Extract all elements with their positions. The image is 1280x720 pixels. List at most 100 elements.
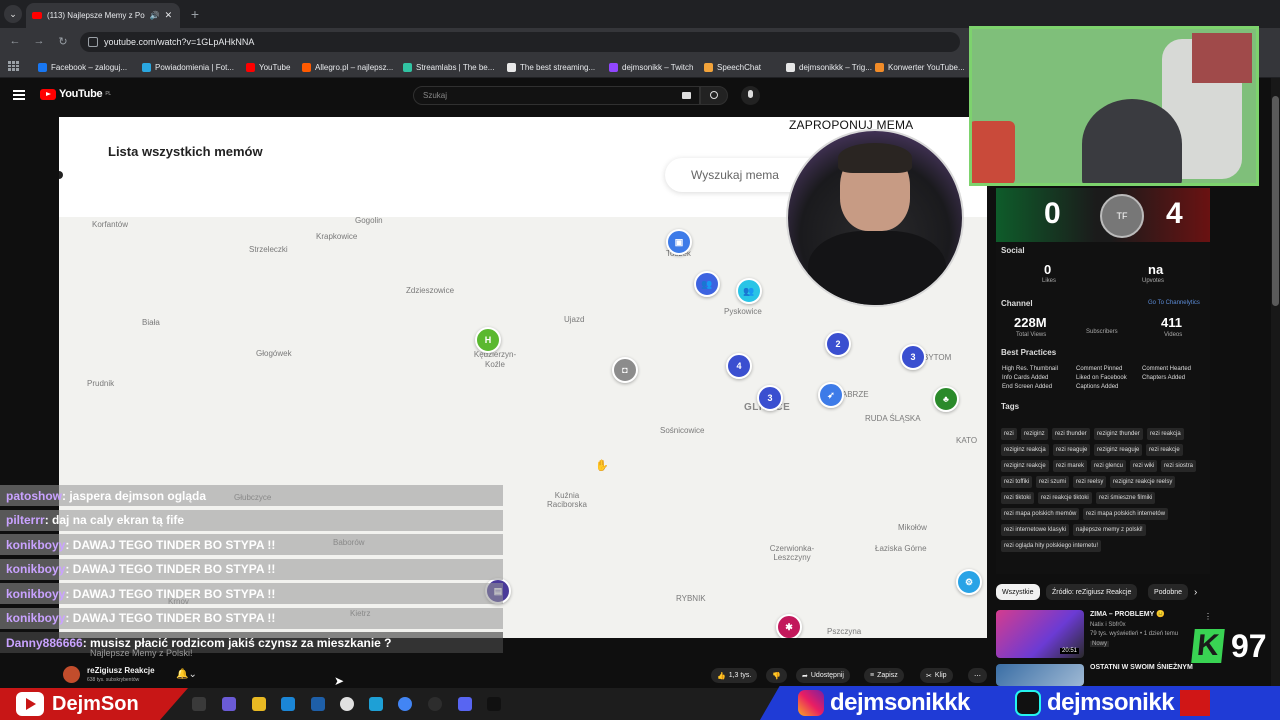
bookmark-item[interactable]: dejmsonikk – Twitch <box>609 60 693 74</box>
recommended-video[interactable]: OSTATNI W SWOIM ŚNIEŻNYM <box>996 664 1216 686</box>
bookmark-item[interactable]: SpeechChat <box>704 60 761 74</box>
channelytics-link[interactable]: Go To Channelytics <box>1148 300 1200 306</box>
bookmark-item[interactable]: Powiadomienia | Fot... <box>142 60 234 74</box>
video-thumbnail[interactable] <box>996 664 1084 686</box>
tag-chip[interactable]: reziginz <box>1021 428 1048 440</box>
map-meme-pin[interactable]: ▣ <box>666 229 692 255</box>
video-title[interactable]: ZIMA – PROBLEMY 😑 <box>1090 610 1165 618</box>
map-meme-pin[interactable]: ⚙ <box>956 569 982 595</box>
tag-chip[interactable]: rezi glencu <box>1091 460 1127 472</box>
map-meme-pin[interactable]: 👥 <box>694 271 720 297</box>
more-options-icon[interactable]: ⋮ <box>1204 612 1212 621</box>
more-actions-button[interactable]: ⋯ <box>968 668 987 683</box>
map-meme-pin[interactable]: ➶ <box>818 382 844 408</box>
like-button[interactable]: 👍 1,3 tys. <box>711 668 758 683</box>
tag-chip[interactable]: rezi marek <box>1053 460 1088 472</box>
tab-active[interactable]: (113) Najlepsze Memy z Po 🔊 ✕ <box>26 3 180 28</box>
tag-chip[interactable]: rezi toffiki <box>1001 476 1033 488</box>
map-meme-pin[interactable]: ✱ <box>776 614 802 638</box>
map-meme-pin[interactable]: H <box>475 327 501 353</box>
tag-chip[interactable]: rezi ogląda hity polskiego internetu! <box>1001 540 1102 552</box>
taskbar-app-icon[interactable] <box>487 697 501 711</box>
map-cluster-pin[interactable]: 3 <box>757 385 783 411</box>
recommended-video[interactable]: 20:51 ZIMA – PROBLEMY 😑 Natix i Sbfr0x 7… <box>996 610 1216 658</box>
share-button[interactable]: ➦ Udostępnij <box>796 668 850 683</box>
tag-chip[interactable]: rezi wiki <box>1130 460 1158 472</box>
tag-chip[interactable]: rezi <box>1001 428 1017 440</box>
keyboard-icon[interactable] <box>682 92 691 99</box>
taskbar-chrome-icon[interactable] <box>398 697 412 711</box>
filter-chip[interactable]: Źródło: reZigiusz Reakcje <box>1046 584 1138 600</box>
back-icon[interactable]: ← <box>8 34 22 48</box>
channel-name[interactable]: reZigiusz Reakcje <box>87 666 155 675</box>
tag-chip[interactable]: rezi reaguje <box>1053 444 1091 456</box>
tag-chip[interactable]: reziginz thunder <box>1094 428 1143 440</box>
tag-chip[interactable]: najlepsze memy z polski! <box>1073 524 1146 536</box>
map-meme-pin[interactable]: 👥 <box>736 278 762 304</box>
dislike-button[interactable]: 👎 <box>766 668 787 683</box>
apps-icon[interactable] <box>8 61 19 71</box>
tag-chip[interactable]: rezi tiktoki <box>1001 492 1034 504</box>
tag-chip[interactable]: rezi reakcje <box>1146 444 1183 456</box>
bookmark-item[interactable]: Streamlabs | The be... <box>403 60 494 74</box>
tag-chip[interactable]: reziginz reaguje <box>1094 444 1143 456</box>
map-meme-pin[interactable]: ◘ <box>612 357 638 383</box>
menu-icon[interactable] <box>13 90 25 100</box>
bookmark-item[interactable]: dejmsonikkk – Trig... <box>786 60 872 74</box>
reload-icon[interactable]: ↻ <box>56 34 70 48</box>
map-cluster-pin[interactable]: 3 <box>900 344 926 370</box>
tag-chip[interactable]: rezi szumi <box>1036 476 1070 488</box>
new-tab-button[interactable]: + <box>186 5 204 23</box>
taskbar-teams-icon[interactable] <box>222 697 236 711</box>
tag-chip[interactable]: reziginz reakcje reelsy <box>1110 476 1176 488</box>
tag-chip[interactable]: rezi mapa polskich internetów <box>1083 508 1169 520</box>
tag-chip[interactable]: rezi śmieszne filmiki <box>1096 492 1156 504</box>
taskbar-store-icon[interactable] <box>311 697 325 711</box>
chips-next-icon[interactable]: › <box>1194 587 1197 598</box>
tag-chip[interactable]: reziginz reakcja <box>1001 444 1049 456</box>
map-cluster-pin[interactable]: 4 <box>726 353 752 379</box>
tag-chip[interactable]: rezi thunder <box>1052 428 1090 440</box>
scrollbar-thumb[interactable] <box>1272 96 1279 306</box>
taskbar-steam-icon[interactable] <box>369 697 383 711</box>
tag-chip[interactable]: rezi internetowe klasyki <box>1001 524 1070 536</box>
taskbar-file-icon[interactable] <box>192 697 206 711</box>
video-title[interactable]: OSTATNI W SWOIM ŚNIEŻNYM <box>1090 664 1193 671</box>
suggest-meme-button[interactable]: ZAPROPONUJ MEMA <box>789 118 913 132</box>
bookmark-item[interactable]: Konwerter YouTube... <box>875 60 965 74</box>
tag-chip[interactable]: rezi siostra <box>1161 460 1197 472</box>
filter-chip[interactable]: Wszystkie <box>996 584 1040 600</box>
bookmark-item[interactable]: Allegro.pl – najlepsz... <box>302 60 393 74</box>
clip-button[interactable]: ✂ Klip <box>920 668 953 683</box>
taskbar-edge-icon[interactable] <box>281 697 295 711</box>
bookmark-item[interactable]: YouTube <box>246 60 290 74</box>
map-meme-pin[interactable]: ♣ <box>933 386 959 412</box>
search-button[interactable] <box>700 86 728 105</box>
tag-chip[interactable]: rezi reakcja <box>1147 428 1184 440</box>
save-button[interactable]: ≡ Zapisz <box>864 668 904 683</box>
tag-chip[interactable]: rezi mapa polskich memów <box>1001 508 1080 520</box>
site-info-icon[interactable] <box>88 37 98 47</box>
tag-chip[interactable]: rezi reakcje tiktoki <box>1038 492 1092 504</box>
map-cluster-pin[interactable]: 2 <box>825 331 851 357</box>
bell-icon[interactable]: 🔔⌄ <box>176 669 197 680</box>
bookmark-item[interactable]: The best streaming... <box>507 60 595 74</box>
taskbar-obs-icon[interactable] <box>428 697 442 711</box>
video-channel[interactable]: Natix i Sbfr0x <box>1090 622 1126 628</box>
youtube-search-input[interactable]: Szukaj <box>413 86 700 105</box>
taskbar-folder-icon[interactable] <box>252 697 266 711</box>
close-tab-icon[interactable]: ✕ <box>165 10 173 21</box>
taskbar-chrome-icon[interactable] <box>340 697 354 711</box>
voice-search-button[interactable] <box>741 86 760 105</box>
channel-avatar[interactable] <box>63 666 80 683</box>
tag-chip[interactable]: rezi reelsy <box>1073 476 1107 488</box>
filter-chip[interactable]: Podobne <box>1148 584 1189 600</box>
taskbar-discord-icon[interactable] <box>458 697 472 711</box>
tag-chip[interactable]: reziginz reakcje <box>1001 460 1049 472</box>
bookmark-item[interactable]: Facebook – zaloguj... <box>38 60 127 74</box>
speaker-icon[interactable]: 🔊 <box>150 11 160 20</box>
youtube-logo[interactable]: YouTube PL <box>40 88 111 100</box>
address-bar[interactable]: youtube.com/watch?v=1GLpAHkNNA <box>80 32 960 52</box>
forward-icon[interactable]: → <box>32 34 46 48</box>
tab-search-icon[interactable]: ⌄ <box>4 5 22 23</box>
